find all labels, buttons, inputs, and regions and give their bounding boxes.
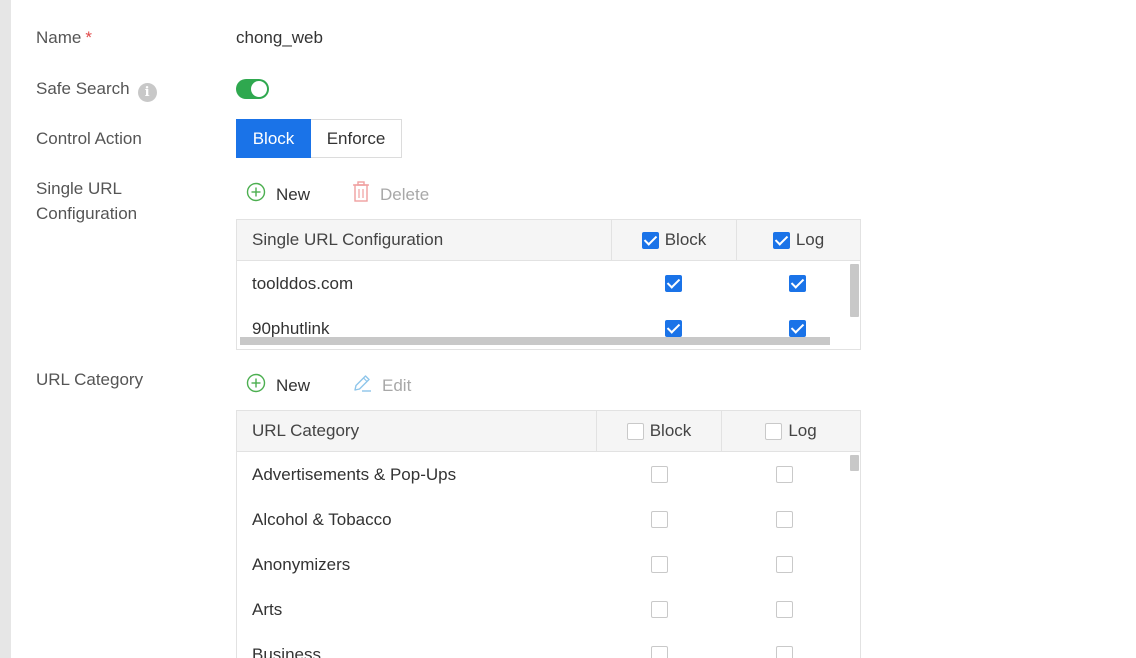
row-log-checkbox[interactable] [776, 556, 793, 573]
new-label: New [276, 184, 311, 204]
url-category-toolbar: New Edit [246, 373, 453, 398]
url-cell: 90phutlink [252, 318, 330, 338]
plus-circle-icon [246, 182, 266, 207]
safe-search-label: Safe Search i [36, 76, 157, 102]
category-cell: Anonymizers [252, 554, 351, 574]
category-cell: Arts [252, 599, 283, 619]
table-row[interactable]: Business [237, 632, 860, 658]
control-action-label: Control Action [36, 129, 142, 148]
horizontal-scrollbar[interactable] [240, 337, 830, 345]
table-row[interactable]: Alcohol & Tobacco [237, 497, 860, 542]
table-row[interactable]: Anonymizers [237, 542, 860, 587]
plus-circle-icon [246, 373, 266, 398]
safe-search-toggle[interactable] [236, 79, 269, 99]
single-url-toolbar: New Delete [246, 181, 471, 208]
table-header: Single URL Configuration Block Log [237, 220, 860, 261]
toggle-knob [251, 81, 267, 97]
left-panel-edge [0, 0, 11, 658]
control-action-segmented: Block Enforce [236, 119, 402, 158]
trash-icon [352, 181, 370, 208]
row-log-checkbox[interactable] [776, 601, 793, 618]
column-header-block[interactable]: Block [612, 220, 737, 260]
info-icon[interactable]: i [137, 83, 157, 102]
column-header-url[interactable]: Single URL Configuration [237, 220, 612, 260]
row-block-checkbox[interactable] [651, 466, 668, 483]
row-block-checkbox[interactable] [664, 275, 682, 292]
column-header-block[interactable]: Block [597, 411, 722, 451]
name-value: chong_web [236, 28, 323, 47]
new-label: New [276, 375, 311, 395]
edit-label: Edit [382, 375, 412, 395]
row-log-checkbox[interactable] [776, 466, 793, 483]
single-url-table: Single URL Configuration Block Log toold… [236, 219, 861, 350]
single-url-new-button[interactable]: New [246, 182, 310, 207]
single-url-delete-button[interactable]: Delete [352, 181, 429, 208]
column-header-category[interactable]: URL Category [237, 411, 597, 451]
category-cell: Alcohol & Tobacco [252, 509, 392, 529]
name-label: Name * [36, 28, 92, 47]
column-header-log[interactable]: Log [722, 411, 860, 451]
control-action-block-button[interactable]: Block [236, 119, 311, 158]
select-all-block-checkbox[interactable] [641, 231, 659, 249]
row-block-checkbox[interactable] [651, 511, 668, 528]
vertical-scrollbar[interactable] [850, 264, 859, 317]
row-block-checkbox[interactable] [651, 601, 668, 618]
select-all-block-checkbox[interactable] [626, 422, 644, 440]
control-action-enforce-button[interactable]: Enforce [311, 119, 402, 158]
column-header-log[interactable]: Log [737, 220, 860, 260]
url-category-new-button[interactable]: New [246, 373, 310, 398]
category-cell: Business [252, 644, 321, 658]
table-header: URL Category Block Log [237, 411, 860, 452]
row-block-checkbox[interactable] [664, 320, 682, 337]
row-block-checkbox[interactable] [651, 556, 668, 573]
url-category-table: URL Category Block Log Advertisements & … [236, 410, 861, 658]
table-row[interactable]: toolddos.com [237, 261, 860, 306]
pencil-icon [352, 373, 372, 398]
select-all-log-checkbox[interactable] [765, 422, 783, 440]
table-row[interactable]: Advertisements & Pop-Ups [237, 452, 860, 497]
select-all-log-checkbox[interactable] [772, 231, 790, 249]
url-category-edit-button[interactable]: Edit [352, 373, 411, 398]
single-url-label: Single URL Configuration [36, 179, 138, 223]
row-log-checkbox[interactable] [789, 275, 807, 292]
row-log-checkbox[interactable] [789, 320, 807, 337]
row-log-checkbox[interactable] [776, 646, 793, 658]
url-category-label: URL Category [36, 370, 144, 389]
required-mark: * [85, 28, 92, 47]
row-log-checkbox[interactable] [776, 511, 793, 528]
url-cell: toolddos.com [252, 273, 354, 293]
vertical-scrollbar[interactable] [850, 455, 859, 471]
table-row[interactable]: Arts [237, 587, 860, 632]
row-block-checkbox[interactable] [651, 646, 668, 658]
delete-label: Delete [380, 184, 430, 204]
category-cell: Advertisements & Pop-Ups [252, 464, 457, 484]
